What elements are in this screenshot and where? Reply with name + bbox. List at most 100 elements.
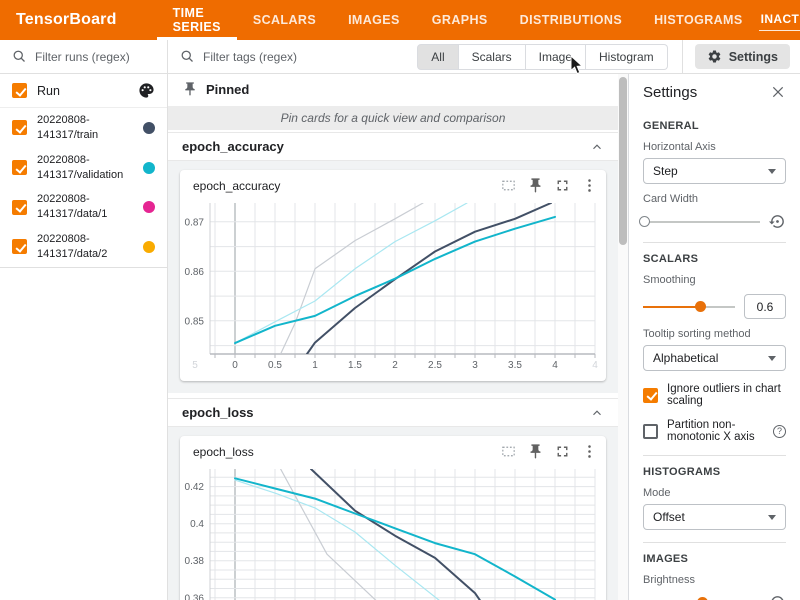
svg-text:0.86: 0.86: [185, 267, 205, 278]
card-width-slider[interactable]: [643, 215, 760, 229]
tab-scalars[interactable]: SCALARS: [237, 0, 332, 40]
vertical-scrollbar[interactable]: [618, 74, 628, 600]
svg-text:0.87: 0.87: [185, 217, 205, 228]
card-title: epoch_loss: [193, 445, 254, 459]
top-nav-tabs: TIME SERIES SCALARS IMAGES GRAPHS DISTRI…: [157, 0, 759, 40]
pinned-header: Pinned: [168, 74, 618, 104]
run-color-dot: [143, 241, 155, 253]
filter-runs-placeholder: Filter runs (regex): [35, 50, 130, 64]
runs-sidebar: Filter runs (regex) Run 20220808-141317/…: [0, 40, 168, 600]
run-checkbox[interactable]: [12, 239, 27, 254]
run-row-data2[interactable]: 20220808-141317/data/2: [0, 227, 167, 267]
pin-icon: [182, 81, 198, 97]
section-body-epoch-loss: epoch_loss 00.511.522.533.540.360.380.40…: [168, 427, 618, 600]
chevron-down-icon: [768, 169, 776, 174]
run-name: 20220808-141317/data/2: [37, 232, 125, 262]
section-header-epoch-accuracy[interactable]: epoch_accuracy: [168, 132, 618, 161]
partition-x-axis-checkbox[interactable]: [643, 424, 658, 439]
smoothing-slider[interactable]: [643, 300, 735, 314]
pin-hint-bar: Pin cards for a quick view and compariso…: [168, 106, 618, 130]
tab-histograms[interactable]: HISTOGRAMS: [638, 0, 759, 40]
filter-scalars-button[interactable]: Scalars: [459, 44, 526, 70]
settings-section-histograms: HISTOGRAMS Mode Offset: [643, 455, 786, 542]
section-header-epoch-loss[interactable]: epoch_loss: [168, 398, 618, 427]
run-master-checkbox[interactable]: [12, 83, 27, 98]
filter-tags-placeholder: Filter tags (regex): [203, 50, 297, 64]
app-bar: TensorBoard TIME SERIES SCALARS IMAGES G…: [0, 0, 800, 40]
tag-filter-group: All Scalars Image Histogram: [417, 44, 667, 70]
cards-area: Pinned Pin cards for a quick view and co…: [168, 74, 618, 600]
svg-text:0.4: 0.4: [190, 519, 204, 530]
scrollbar-thumb[interactable]: [619, 77, 627, 245]
svg-text:1: 1: [312, 360, 318, 371]
run-checkbox[interactable]: [12, 120, 27, 135]
reset-icon[interactable]: [769, 213, 786, 230]
run-checkbox[interactable]: [12, 160, 27, 175]
runs-list: 20220808-141317/train 20220808-141317/va…: [0, 108, 167, 268]
run-row-data1[interactable]: 20220808-141317/data/1: [0, 187, 167, 227]
status-label: INACTIVE: [761, 12, 800, 26]
reset-icon[interactable]: [769, 594, 786, 600]
filter-runs-input[interactable]: Filter runs (regex): [0, 40, 167, 74]
smoothing-value-input[interactable]: 0.6: [744, 294, 786, 319]
run-name: 20220808-141317/validation: [37, 153, 125, 183]
help-icon[interactable]: ?: [773, 425, 786, 438]
svg-text:2: 2: [392, 360, 398, 371]
svg-text:0.38: 0.38: [185, 556, 205, 567]
settings-section-scalars: SCALARS Smoothing 0.6 Tooltip sorting me…: [643, 242, 786, 455]
horizontal-axis-select[interactable]: Step: [643, 158, 786, 184]
settings-panel-title: Settings: [643, 84, 697, 101]
run-checkbox[interactable]: [12, 200, 27, 215]
svg-text:3: 3: [472, 360, 478, 371]
run-color-dot: [143, 122, 155, 134]
chevron-up-icon[interactable]: [590, 406, 604, 420]
filter-all-button[interactable]: All: [417, 44, 458, 70]
filter-histogram-button[interactable]: Histogram: [586, 44, 668, 70]
epoch-loss-chart[interactable]: 00.511.522.533.540.360.380.40.42: [180, 464, 606, 600]
reload-status-dropdown[interactable]: INACTIVE: [759, 9, 800, 31]
search-icon: [12, 49, 27, 64]
filter-image-button[interactable]: Image: [526, 44, 586, 70]
svg-text:0: 0: [232, 360, 238, 371]
gear-icon: [707, 49, 722, 64]
run-master-row: Run: [0, 74, 167, 108]
chevron-down-icon: [768, 356, 776, 361]
app-logo: TensorBoard: [0, 0, 133, 40]
pin-icon[interactable]: [527, 177, 544, 194]
card-title: epoch_accuracy: [193, 179, 280, 193]
close-icon[interactable]: [770, 84, 786, 100]
settings-button[interactable]: Settings: [695, 44, 790, 69]
settings-panel: Settings GENERAL Horizontal Axis Step Ca…: [628, 74, 800, 600]
histogram-mode-select[interactable]: Offset: [643, 504, 786, 530]
svg-text:4: 4: [552, 360, 558, 371]
more-options-icon[interactable]: [581, 443, 598, 460]
tooltip-sorting-select[interactable]: Alphabetical: [643, 345, 786, 371]
pin-icon[interactable]: [527, 443, 544, 460]
tab-graphs[interactable]: GRAPHS: [416, 0, 504, 40]
svg-text:5: 5: [192, 360, 198, 371]
chevron-up-icon[interactable]: [590, 140, 604, 154]
tab-time-series[interactable]: TIME SERIES: [157, 0, 237, 40]
filter-tags-input[interactable]: Filter tags (regex): [180, 49, 417, 64]
settings-section-images: IMAGES Brightness Contrast: [643, 542, 786, 600]
run-row-validation[interactable]: 20220808-141317/validation: [0, 148, 167, 188]
section-body-epoch-accuracy: epoch_accuracy 500.511.522.533.5440.850.…: [168, 161, 618, 393]
run-color-dot: [143, 201, 155, 213]
fullscreen-icon[interactable]: [554, 177, 571, 194]
svg-text:0.36: 0.36: [185, 593, 205, 600]
fullscreen-icon[interactable]: [554, 443, 571, 460]
tab-distributions[interactable]: DISTRIBUTIONS: [504, 0, 638, 40]
pinned-title: Pinned: [206, 82, 249, 97]
epoch-accuracy-chart[interactable]: 500.511.522.533.5440.850.860.87: [180, 198, 606, 373]
data-domain-icon[interactable]: [500, 443, 517, 460]
svg-text:0.42: 0.42: [185, 482, 205, 493]
more-options-icon[interactable]: [581, 177, 598, 194]
ignore-outliers-checkbox[interactable]: [643, 388, 658, 403]
settings-button-label: Settings: [729, 50, 778, 64]
run-row-train[interactable]: 20220808-141317/train: [0, 108, 167, 148]
tab-images[interactable]: IMAGES: [332, 0, 416, 40]
brightness-slider[interactable]: [643, 596, 760, 600]
data-domain-icon[interactable]: [500, 177, 517, 194]
palette-icon[interactable]: [138, 82, 155, 99]
run-name: 20220808-141317/train: [37, 113, 125, 143]
